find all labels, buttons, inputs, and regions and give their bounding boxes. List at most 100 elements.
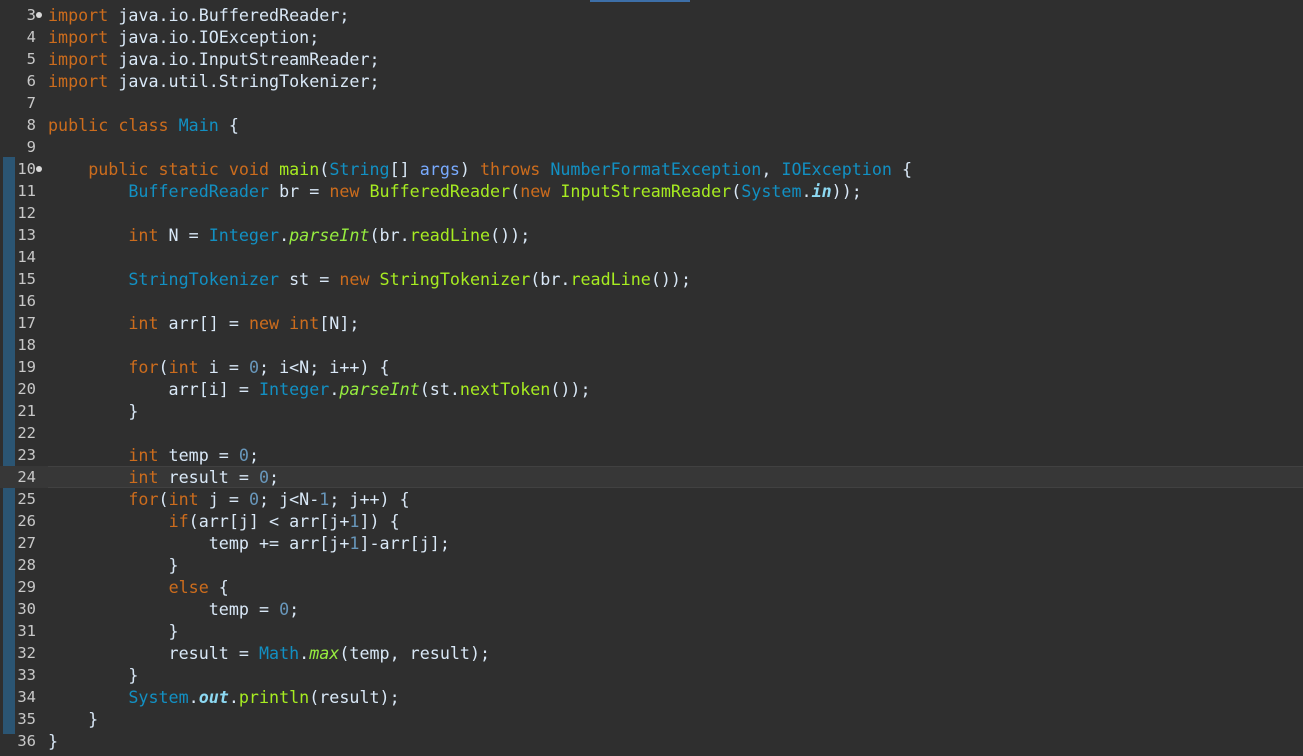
code-line[interactable]: 6 import java.util.StringTokenizer; [0, 70, 1303, 92]
code-text[interactable]: int result = 0; [48, 466, 1303, 488]
code-line[interactable]: 9 [0, 136, 1303, 158]
code-text[interactable]: } [48, 554, 1303, 576]
line-number: 14 [17, 248, 36, 266]
code-line[interactable]: 31 } [0, 620, 1303, 642]
code-text[interactable]: } [48, 730, 1303, 752]
line-number: 34 [17, 688, 36, 706]
code-line[interactable]: 36} [0, 730, 1303, 752]
token-method: BufferedReader [369, 181, 511, 201]
code-line[interactable]: 24 int result = 0; [0, 466, 1303, 488]
token-plain: [] [389, 159, 420, 179]
code-lines[interactable]: 3 import java.io.BufferedReader; 4 import j… [0, 4, 1303, 752]
code-line[interactable]: 21 } [0, 400, 1303, 422]
code-text[interactable]: BufferedReader br = new BufferedReader(n… [48, 180, 1303, 202]
line-number: 30 [17, 600, 36, 618]
code-line[interactable]: 3 import java.io.BufferedReader; [0, 4, 1303, 26]
token-keyword: int [128, 445, 159, 465]
code-line[interactable]: 34 System.out.println(result); [0, 686, 1303, 708]
code-line[interactable]: 5 import java.io.InputStreamReader; [0, 48, 1303, 70]
token-plain: ]-arr[j]; [359, 533, 450, 553]
token-plain: ; j++) { [329, 489, 410, 509]
token-static: parseInt [339, 379, 420, 399]
code-text[interactable]: public class Main { [48, 114, 1303, 136]
code-text[interactable]: import java.io.InputStreamReader; [48, 48, 1303, 70]
code-editor[interactable]: 3 import java.io.BufferedReader; 4 import j… [0, 0, 1303, 756]
token-type: Math [258, 643, 300, 663]
code-text[interactable]: arr[i] = Integer.parseInt(st.nextToken()… [48, 378, 1303, 400]
code-text[interactable]: for(int i = 0; i<N; i++) { [48, 356, 1303, 378]
code-line[interactable]: 28 } [0, 554, 1303, 576]
code-line[interactable]: 29 else { [0, 576, 1303, 598]
code-line[interactable]: 15 StringTokenizer st = new StringTokeni… [0, 268, 1303, 290]
token-plain: java.io.IOException; [108, 27, 320, 47]
code-text[interactable]: import java.io.IOException; [48, 26, 1303, 48]
token-keyword: import [48, 71, 109, 91]
code-line[interactable]: 17 int arr[] = new int[N]; [0, 312, 1303, 334]
token-method: InputStreamReader [560, 181, 732, 201]
code-line[interactable]: 13 int N = Integer.parseInt(br.readLine(… [0, 224, 1303, 246]
token-keyword: for [128, 357, 159, 377]
code-line[interactable]: 12 [0, 202, 1303, 224]
code-line[interactable]: 27 temp += arr[j+1]-arr[j]; [0, 532, 1303, 554]
code-line[interactable]: 16 [0, 290, 1303, 312]
code-line[interactable]: 22 [0, 422, 1303, 444]
code-text[interactable]: else { [48, 576, 1303, 598]
code-text[interactable]: if(arr[j] < arr[j+1]) { [48, 510, 1303, 532]
code-text[interactable]: int arr[] = new int[N]; [48, 312, 1303, 334]
code-text[interactable]: result = Math.max(temp, result); [48, 642, 1303, 664]
token-plain: br = [269, 181, 330, 201]
code-line[interactable]: 14 [0, 246, 1303, 268]
token-keyword: throws [480, 159, 541, 179]
code-text[interactable]: public static void main(String[] args) t… [48, 158, 1303, 180]
line-number: 35 [17, 710, 36, 728]
code-line[interactable]: 11 BufferedReader br = new BufferedReade… [0, 180, 1303, 202]
token-plain: java.io.InputStreamReader; [108, 49, 380, 69]
code-line[interactable]: 23 int temp = 0; [0, 444, 1303, 466]
token-method: println [238, 687, 310, 707]
code-line[interactable]: 26 if(arr[j] < arr[j+1]) { [0, 510, 1303, 532]
code-text[interactable]: StringTokenizer st = new StringTokenizer… [48, 268, 1303, 290]
token-plain: ()); [650, 269, 691, 289]
code-line[interactable]: 7 [0, 92, 1303, 114]
code-line[interactable]: 30 temp = 0; [0, 598, 1303, 620]
code-text[interactable]: } [48, 620, 1303, 642]
code-line[interactable]: 4 import java.io.IOException; [0, 26, 1303, 48]
code-line[interactable]: 18 [0, 334, 1303, 356]
code-text[interactable]: System.out.println(result); [48, 686, 1303, 708]
token-keyword: int [168, 489, 199, 509]
code-text[interactable]: int temp = 0; [48, 444, 1303, 466]
fold-toggle-icon[interactable] [36, 166, 42, 172]
code-text[interactable]: } [48, 400, 1303, 422]
code-text[interactable]: temp = 0; [48, 598, 1303, 620]
code-line[interactable]: 20 arr[i] = Integer.parseInt(st.nextToke… [0, 378, 1303, 400]
token-plain: . [299, 643, 310, 663]
code-text[interactable]: } [48, 664, 1303, 686]
token-method: readLine [409, 225, 491, 245]
fold-toggle-icon[interactable] [36, 12, 42, 18]
code-line[interactable]: 33 } [0, 664, 1303, 686]
token-plain: ( [510, 181, 521, 201]
token-keyword: int [128, 313, 159, 333]
code-text[interactable]: } [48, 708, 1303, 730]
code-text[interactable]: import java.io.BufferedReader; [48, 4, 1303, 26]
code-line[interactable]: 10 public static void main(String[] args… [0, 158, 1303, 180]
code-line[interactable]: 8 public class Main { [0, 114, 1303, 136]
code-line[interactable]: 32 result = Math.max(temp, result); [0, 642, 1303, 664]
line-number: 11 [17, 182, 36, 200]
token-plain: (st. [419, 379, 460, 399]
line-number: 26 [17, 512, 36, 530]
line-number: 29 [17, 578, 36, 596]
code-text[interactable]: import java.util.StringTokenizer; [48, 70, 1303, 92]
code-text[interactable]: int N = Integer.parseInt(br.readLine()); [48, 224, 1303, 246]
code-text[interactable]: temp += arr[j+1]-arr[j]; [48, 532, 1303, 554]
code-line[interactable]: 19 for(int i = 0; i<N; i++) { [0, 356, 1303, 378]
code-line[interactable]: 35 } [0, 708, 1303, 730]
token-plain: } [48, 731, 59, 751]
code-line[interactable]: 25 for(int j = 0; j<N-1; j++) { [0, 488, 1303, 510]
code-text[interactable]: for(int j = 0; j<N-1; j++) { [48, 488, 1303, 510]
